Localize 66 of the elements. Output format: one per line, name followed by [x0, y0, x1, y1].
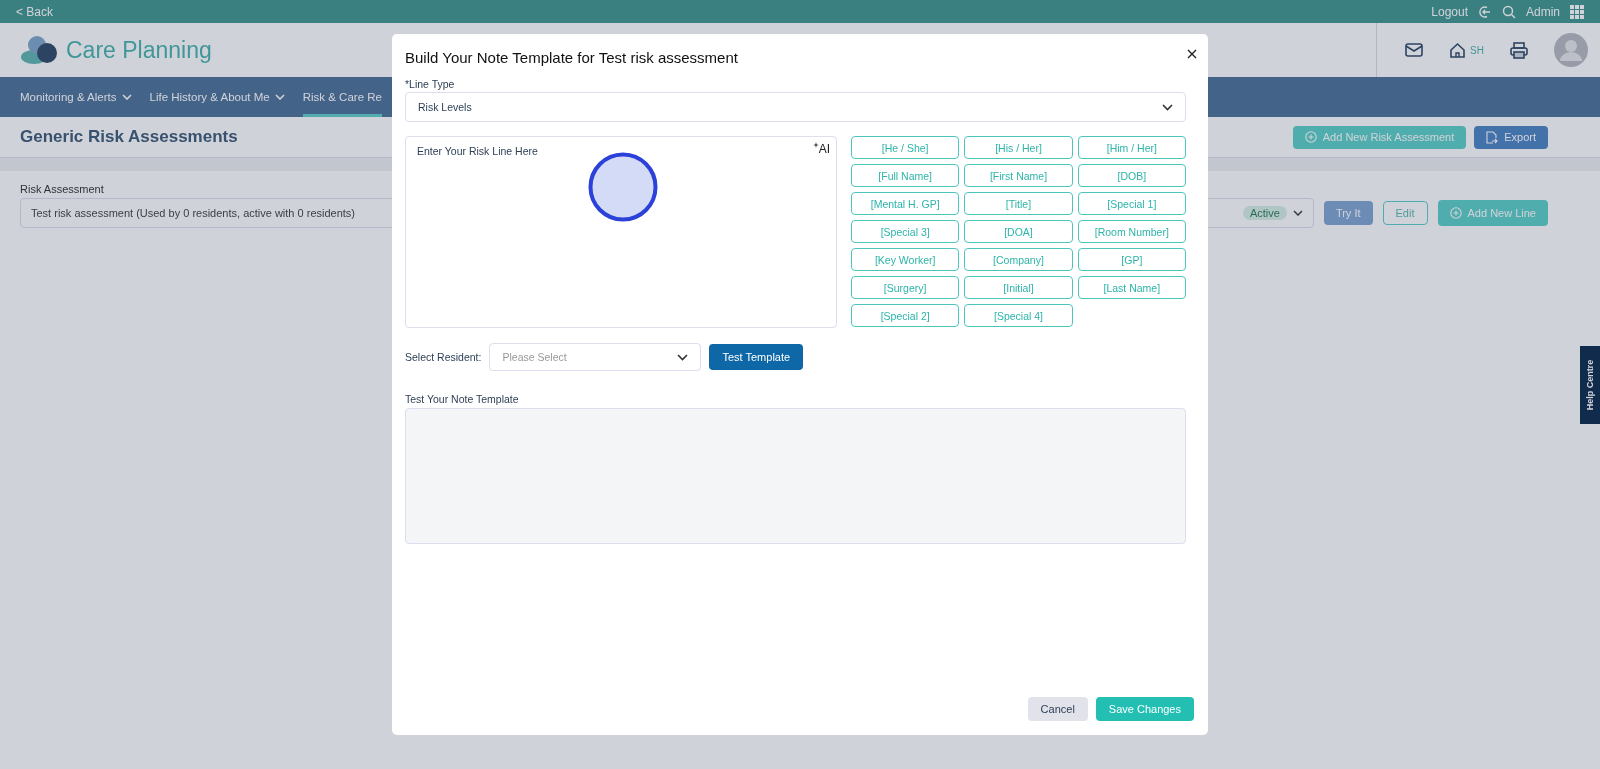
plus-circle-icon [1449, 207, 1462, 219]
placeholder-token-button[interactable]: [DOB] [1077, 164, 1186, 187]
mail-icon[interactable] [1405, 42, 1424, 58]
user-name[interactable]: Admin [1526, 4, 1560, 19]
chevron-down-icon [274, 94, 285, 100]
placeholder-token-button[interactable]: [GP] [1077, 248, 1186, 271]
placeholder-token-button[interactable]: [First Name] [964, 164, 1073, 187]
test-template-label: Test Your Note Template [405, 393, 520, 405]
placeholder-token-button[interactable]: [Surgery] [851, 276, 960, 299]
page-title: Generic Risk Assessments [20, 127, 238, 147]
sparkle-icon [812, 142, 819, 148]
click-indicator [588, 152, 658, 222]
select-resident-label: Select Resident: [405, 351, 482, 363]
risk-line-editor[interactable]: Enter Your Risk Line Here AI [405, 136, 837, 328]
chevron-down-icon [1292, 210, 1303, 216]
placeholder-token-button[interactable]: [Initial] [964, 276, 1073, 299]
placeholder-token-button[interactable]: [Special 2] [851, 304, 960, 327]
chevron-down-icon [1162, 103, 1173, 111]
line-type-select[interactable]: Risk Levels [405, 92, 1186, 122]
logout-icon[interactable] [1478, 4, 1492, 19]
resident-select[interactable]: Please Select [489, 343, 702, 371]
add-new-line-button[interactable]: Add New Line [1437, 200, 1548, 226]
ai-assist-button[interactable]: AI [812, 142, 830, 156]
chevron-down-icon [121, 94, 132, 100]
editor-placeholder: Enter Your Risk Line Here [417, 145, 538, 157]
close-icon[interactable] [1187, 49, 1197, 59]
placeholder-token-button[interactable]: [Special 3] [851, 220, 960, 243]
logout-link[interactable]: Logout [1431, 4, 1468, 19]
placeholder-token-button[interactable]: [Key Worker] [851, 248, 960, 271]
test-template-button[interactable]: Test Template [709, 344, 804, 370]
home-icon[interactable] [1449, 41, 1467, 59]
export-file-icon [1486, 130, 1499, 144]
placeholder-token-button[interactable]: [Special 1] [1077, 192, 1186, 215]
placeholder-token-button[interactable]: [Last Name] [1077, 276, 1186, 299]
field-label: Risk Assessment [20, 183, 105, 195]
add-risk-assessment-button[interactable]: Add New Risk Assessment [1292, 125, 1467, 149]
line-type-label: *Line Type [405, 78, 456, 90]
placeholder-token-button[interactable]: [He / She] [851, 136, 960, 159]
logo-icon [20, 35, 58, 65]
placeholder-token-button[interactable]: [Special 4] [964, 304, 1073, 327]
apps-grid-icon[interactable] [1570, 4, 1584, 19]
back-link[interactable]: < Back [16, 4, 54, 19]
placeholder-token-button[interactable]: [Full Name] [851, 164, 960, 187]
printer-icon[interactable] [1510, 41, 1528, 59]
dialog-title: Build Your Note Template for Test risk assessment [405, 49, 738, 66]
try-it-button[interactable]: Try It [1323, 201, 1373, 225]
chevron-down-icon [677, 353, 689, 361]
cancel-button[interactable]: Cancel [1027, 697, 1088, 721]
placeholder-token-button[interactable]: [Mental H. GP] [851, 192, 960, 215]
placeholder-token-button[interactable]: [Him / Her] [1077, 136, 1186, 159]
nav-tab[interactable]: Monitoring & Alerts [20, 77, 132, 117]
placeholder-token-button[interactable]: [His / Her] [964, 136, 1073, 159]
search-icon[interactable] [1502, 4, 1516, 19]
placeholder-token-button[interactable]: [Title] [964, 192, 1073, 215]
help-centre-tab[interactable]: Help Centre [1580, 346, 1600, 424]
home-initials: SH [1470, 44, 1484, 56]
plus-circle-icon [1304, 131, 1317, 143]
nav-tab[interactable]: Life History & About Me [149, 77, 285, 117]
status-badge: Active [1242, 206, 1287, 220]
export-button[interactable]: Export [1474, 125, 1548, 149]
placeholder-token-button[interactable]: [DOA] [964, 220, 1073, 243]
save-changes-button[interactable]: Save Changes [1095, 697, 1194, 721]
edit-button[interactable]: Edit [1382, 201, 1428, 225]
placeholder-token-button[interactable]: [Room Number] [1077, 220, 1186, 243]
app-title: Care Planning [66, 36, 212, 64]
placeholder-token-button[interactable]: [Company] [964, 248, 1073, 271]
